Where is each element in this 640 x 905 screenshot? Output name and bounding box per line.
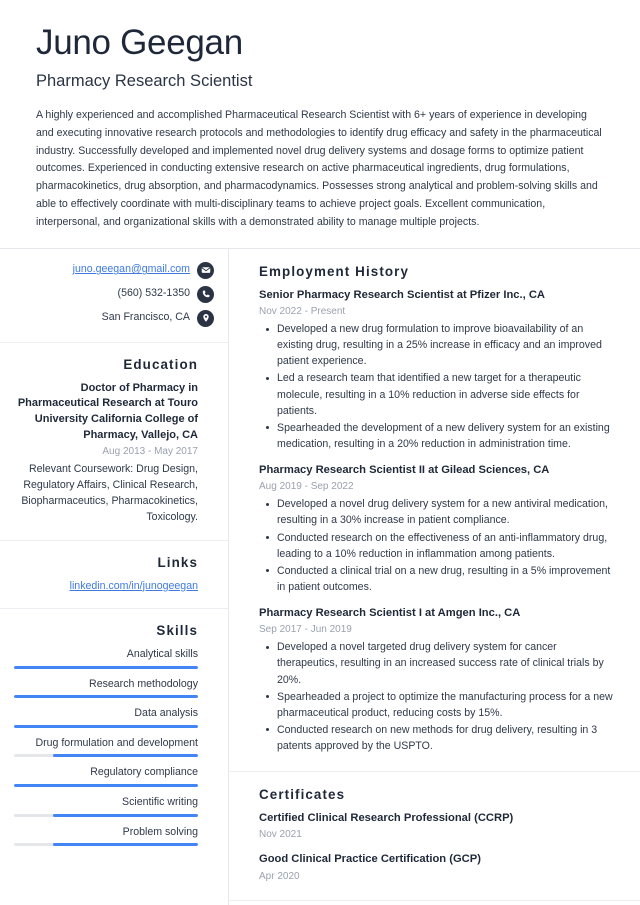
skill-bar-fill [52, 813, 198, 817]
list-item: Data analysis [14, 706, 198, 728]
skills-heading: Skills [156, 623, 198, 639]
list-item: Developed a novel drug delivery system f… [259, 496, 616, 528]
skill-label: Data analysis [134, 707, 198, 720]
contact-row-location: San Francisco, CA [14, 309, 214, 327]
education-section: Education Doctor of Pharmacy in Pharmace… [0, 343, 228, 541]
education-heading: Education [123, 356, 198, 372]
page-title: Juno Geegan [36, 23, 243, 62]
skill-bar-track [14, 724, 198, 728]
job-bullets: Developed a novel drug delivery system f… [259, 496, 616, 595]
list-item: Spearheaded the development of a new del… [259, 420, 616, 452]
skill-label: Problem solving [122, 825, 198, 838]
education-degree: Doctor of Pharmacy in Pharmaceutical Res… [17, 381, 198, 441]
skill-bar-fill [14, 695, 198, 699]
certificate-entry: Certified Clinical Research Professional… [259, 811, 616, 842]
certificate-date: Apr 2020 [259, 870, 300, 882]
contact-section: juno.geegan@gmail.com (560) 532-1350 San… [0, 249, 228, 343]
skill-bar-track [14, 665, 198, 669]
memberships-section: Memberships American Association of Phar… [229, 901, 640, 905]
job-date: Aug 2019 - Sep 2022 [259, 481, 354, 493]
skill-bar-fill [14, 665, 198, 669]
list-item: Conducted research on new methods for dr… [259, 722, 616, 754]
list-item: Drug formulation and development [14, 736, 198, 758]
list-item: Developed a novel targeted drug delivery… [259, 639, 616, 687]
skill-bar-track [14, 843, 198, 847]
employment-entry: Pharmacy Research Scientist I at Amgen I… [259, 606, 616, 754]
phone-value: (560) 532-1350 [117, 287, 190, 300]
employment-section: Employment History Senior Pharmacy Resea… [229, 249, 640, 772]
list-item[interactable]: linkedin.com/in/junogeegan [14, 579, 198, 594]
skill-bar-track [14, 754, 198, 758]
sidebar: juno.geegan@gmail.com (560) 532-1350 San… [0, 248, 229, 905]
job-date: Nov 2022 - Present [259, 306, 346, 318]
certificates-heading: Certificates [259, 787, 346, 802]
location-value: San Francisco, CA [101, 311, 190, 324]
skill-bar-fill [14, 724, 198, 728]
list-item: Research methodology [14, 677, 198, 699]
skill-label: Analytical skills [126, 648, 198, 661]
job-role: Pharmacy Research Scientist II at Gilead… [259, 463, 550, 476]
skill-bar-fill [14, 784, 198, 788]
list-item: Conducted a clinical trial on a new drug… [259, 563, 616, 595]
education-date: Aug 2013 - May 2017 [102, 446, 198, 458]
list-item: Regulatory compliance [14, 765, 198, 788]
employment-entry: Senior Pharmacy Research Scientist at Pf… [259, 288, 616, 452]
job-bullets: Developed a novel targeted drug delivery… [259, 639, 616, 754]
main-content: Employment History Senior Pharmacy Resea… [229, 249, 640, 905]
links-heading: Links [157, 554, 198, 570]
education-description: Relevant Coursework: Drug Design, Regula… [21, 463, 198, 523]
list-item: Scientific writing [14, 795, 198, 817]
employment-heading: Employment History [259, 263, 410, 279]
envelope-icon [197, 261, 214, 279]
skill-label: Research methodology [89, 677, 198, 690]
certificates-section: Certificates Certified Clinical Research… [229, 772, 640, 901]
professional-summary: A highly experienced and accomplished Ph… [36, 109, 602, 228]
list-item: Developed a new drug formulation to impr… [259, 321, 616, 369]
resume-body: juno.geegan@gmail.com (560) 532-1350 San… [0, 248, 640, 905]
map-pin-icon [197, 309, 214, 327]
contact-row-phone: (560) 532-1350 [14, 285, 214, 303]
job-date: Sep 2017 - Jun 2019 [259, 624, 352, 636]
resume-header: Juno Geegan Pharmacy Research Scientist … [0, 0, 640, 248]
certificate-entry: Good Clinical Practice Certification (GC… [259, 852, 616, 883]
email-link[interactable]: juno.geegan@gmail.com [73, 263, 190, 277]
links-list: linkedin.com/in/junogeegan [14, 579, 198, 594]
skill-bar-fill [52, 754, 198, 758]
list-item: Problem solving [14, 825, 198, 847]
resume-page: Juno Geegan Pharmacy Research Scientist … [0, 0, 640, 905]
list-item: Conducted research on the effectiveness … [259, 530, 616, 562]
skill-bar-track [14, 695, 198, 699]
job-role: Pharmacy Research Scientist I at Amgen I… [259, 606, 521, 619]
list-item: Led a research team that identified a ne… [259, 370, 616, 418]
certificate-name: Good Clinical Practice Certification (GC… [259, 853, 481, 866]
linkedin-link[interactable]: linkedin.com/in/junogeegan [70, 580, 198, 592]
contact-row-email[interactable]: juno.geegan@gmail.com [14, 261, 214, 279]
skills-list: Analytical skills Research methodology D… [14, 647, 198, 847]
job-bullets: Developed a new drug formulation to impr… [259, 321, 616, 452]
job-role: Senior Pharmacy Research Scientist at Pf… [259, 288, 546, 301]
skill-label: Scientific writing [122, 796, 198, 809]
phone-icon [197, 285, 214, 303]
skill-bar-track [14, 813, 198, 817]
list-item: Spearheaded a project to optimize the ma… [259, 689, 616, 721]
employment-entry: Pharmacy Research Scientist II at Gilead… [259, 463, 616, 595]
links-section: Links linkedin.com/in/junogeegan [0, 541, 228, 610]
skill-bar-fill [52, 843, 198, 847]
skill-bar-track [14, 784, 198, 788]
certificate-date: Nov 2021 [259, 829, 302, 841]
list-item: Analytical skills [14, 647, 198, 669]
skill-label: Drug formulation and development [35, 736, 198, 749]
skill-label: Regulatory compliance [90, 766, 198, 779]
skills-section: Skills Analytical skills Research method… [0, 609, 228, 862]
job-title: Pharmacy Research Scientist [36, 72, 253, 91]
certificate-name: Certified Clinical Research Professional… [259, 812, 514, 824]
